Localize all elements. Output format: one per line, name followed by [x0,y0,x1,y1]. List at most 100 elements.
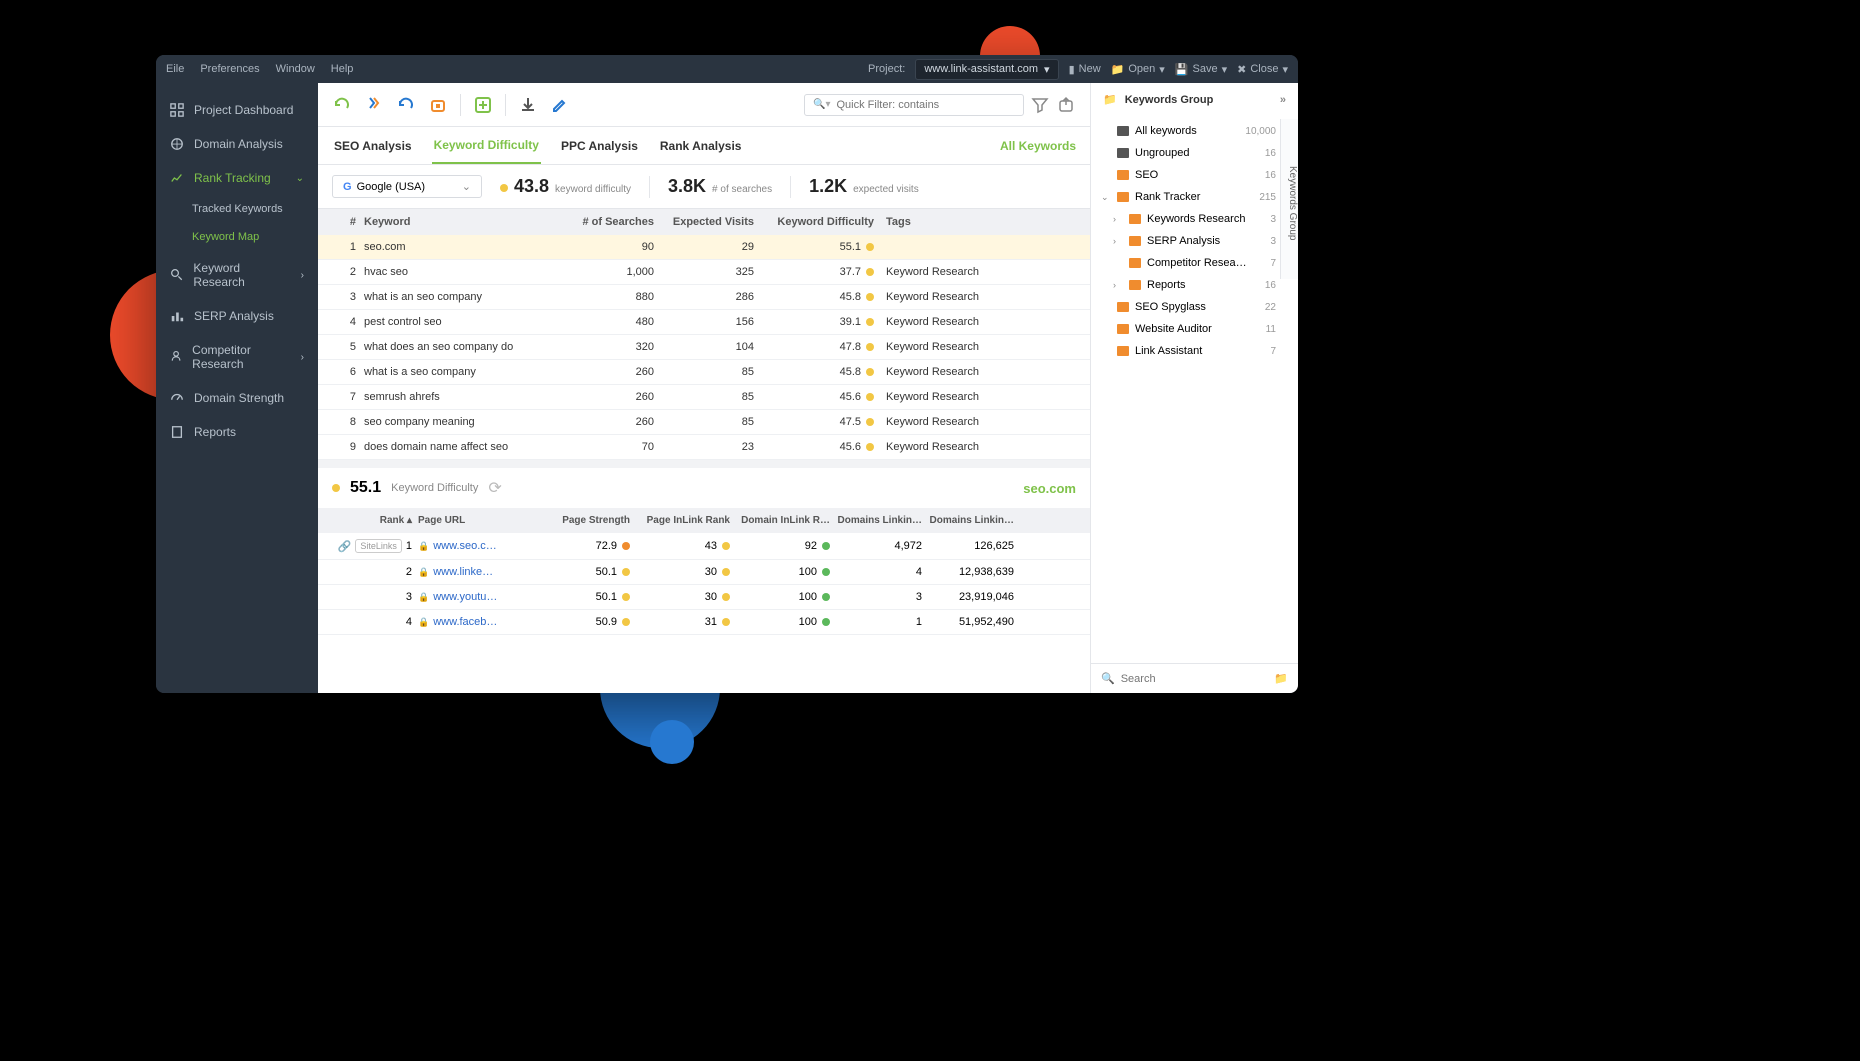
sidebar-item-competitor-research[interactable]: Competitor Research › [156,333,318,381]
tree-item[interactable]: Competitor Resea…7 [1101,252,1290,274]
dcol-url[interactable]: Page URL [418,515,538,526]
refresh-icon[interactable]: ⟳ [488,478,501,498]
close-button[interactable]: ✖Close▾ [1237,63,1288,76]
project-select[interactable]: www.link-assistant.com ▾ [915,59,1058,80]
tree-item[interactable]: ›Keywords Research3 [1101,208,1290,230]
new-button[interactable]: ▮New [1069,63,1101,76]
tree-item[interactable]: SEO Spyglass22 [1101,296,1290,318]
cell-kd: 45.6 [754,441,874,453]
add-icon[interactable] [473,95,493,115]
cell-number: 2 [328,266,364,278]
refresh-orange-icon[interactable] [364,95,384,115]
table-row[interactable]: 8seo company meaning2608547.5 Keyword Re… [318,410,1090,435]
menu-help[interactable]: Help [331,63,354,75]
tree-label: SEO Spyglass [1135,301,1206,313]
detail-row[interactable]: 🔗SiteLinks 1🔒www.seo.c…72.9 43 92 4,9721… [318,533,1090,560]
dcol-dir[interactable]: Domain InLink R… [730,515,830,526]
cell-url[interactable]: 🔒www.seo.c… [418,540,538,552]
tree-item[interactable]: Website Auditor11 [1101,318,1290,340]
sidebar-item-dashboard[interactable]: Project Dashboard [156,93,318,127]
folder-add-icon[interactable]: 📁 [1274,672,1288,685]
cell-rank: 2 [328,566,418,578]
filter-icon[interactable] [1030,95,1050,115]
col-tags[interactable]: Tags [874,216,994,228]
cell-kd: 55.1 [754,241,874,253]
col-searches[interactable]: # of Searches [554,216,654,228]
cell-visits: 156 [654,316,754,328]
col-visits[interactable]: Expected Visits [654,216,754,228]
detail-row[interactable]: 2🔒www.linke…50.1 30 100 412,938,639 [318,560,1090,585]
all-keywords-link[interactable]: All Keywords [1000,139,1076,153]
edit-icon[interactable] [550,95,570,115]
save-button[interactable]: 💾Save▾ [1175,63,1227,76]
sidebar-item-domain-strength[interactable]: Domain Strength [156,381,318,415]
dcol-ps[interactable]: Page Strength [538,515,630,526]
sidebar-item-serp-analysis[interactable]: SERP Analysis [156,299,318,333]
filter-field[interactable] [836,99,1015,111]
sidebar-item-reports[interactable]: Reports [156,415,318,449]
tree-item[interactable]: Ungrouped16 [1101,142,1290,164]
panel-search-input[interactable] [1121,673,1269,685]
chart-icon [170,171,184,185]
table-row[interactable]: 9does domain name affect seo702345.6 Key… [318,435,1090,460]
stat-visits: 1.2K expected visits [809,176,919,197]
detail-row[interactable]: 4🔒www.faceb…50.9 31 100 151,952,490 [318,610,1090,635]
col-kd[interactable]: Keyword Difficulty [754,216,874,228]
export-icon[interactable] [1056,95,1076,115]
import-icon[interactable] [518,95,538,115]
sidebar-sub-tracked-keywords[interactable]: Tracked Keywords [156,195,318,223]
cell-dli: 3 [830,591,922,603]
tab-seo-analysis[interactable]: SEO Analysis [332,129,414,163]
cell-kd: 47.8 [754,341,874,353]
vertical-tab[interactable]: Keywords Group [1280,119,1298,279]
menu-preferences[interactable]: Preferences [200,63,259,75]
col-number[interactable]: # [328,216,364,228]
sidebar-sub-keyword-map[interactable]: Keyword Map [156,223,318,251]
menu-file[interactable]: Eile [166,63,184,75]
collapse-icon[interactable]: » [1280,94,1286,106]
sidebar-item-domain-analysis[interactable]: Domain Analysis [156,127,318,161]
tab-keyword-difficulty[interactable]: Keyword Difficulty [432,128,541,164]
tree-label: Ungrouped [1135,147,1189,159]
dcol-dlo[interactable]: Domains Linkin… [922,515,1014,526]
col-keyword[interactable]: Keyword [364,216,554,228]
dcol-rank[interactable]: Rank ▴ [328,515,418,526]
tree-item[interactable]: All keywords10,000 [1101,120,1290,142]
search-engine-select[interactable]: GGoogle (USA) ⌄ [332,175,482,198]
tree-item[interactable]: Link Assistant7 [1101,340,1290,362]
open-button[interactable]: 📁Open▾ [1111,63,1165,76]
cell-number: 4 [328,316,364,328]
quick-filter-input[interactable]: 🔍▾ [804,94,1024,116]
panel-search[interactable]: 🔍 📁 [1091,663,1298,693]
table-row[interactable]: 6what is a seo company2608545.8 Keyword … [318,360,1090,385]
sidebar-item-keyword-research[interactable]: Keyword Research › [156,251,318,299]
refresh-blue-icon[interactable] [396,95,416,115]
dcol-pir[interactable]: Page InLink Rank [630,515,730,526]
cell-url[interactable]: 🔒www.linke… [418,566,538,578]
tree-item[interactable]: SEO16 [1101,164,1290,186]
table-row[interactable]: 1seo.com902955.1 [318,235,1090,260]
tab-rank-analysis[interactable]: Rank Analysis [658,129,744,163]
folder-icon: 📁 [1111,63,1125,76]
table-row[interactable]: 3what is an seo company88028645.8 Keywor… [318,285,1090,310]
cell-searches: 90 [554,241,654,253]
table-row[interactable]: 7semrush ahrefs2608545.6 Keyword Researc… [318,385,1090,410]
tree-item[interactable]: ›SERP Analysis3 [1101,230,1290,252]
refresh-green-icon[interactable] [332,95,352,115]
cell-url[interactable]: 🔒www.youtu… [418,591,538,603]
cell-visits: 23 [654,441,754,453]
table-row[interactable]: 5what does an seo company do32010447.8 K… [318,335,1090,360]
stop-icon[interactable] [428,95,448,115]
cell-visits: 29 [654,241,754,253]
folder-icon [1117,148,1129,158]
tab-ppc-analysis[interactable]: PPC Analysis [559,129,640,163]
detail-row[interactable]: 3🔒www.youtu…50.1 30 100 323,919,046 [318,585,1090,610]
tree-item[interactable]: ⌄Rank Tracker215 [1101,186,1290,208]
table-row[interactable]: 4pest control seo48015639.1 Keyword Rese… [318,310,1090,335]
dcol-dli[interactable]: Domains Linkin… [830,515,922,526]
menu-window[interactable]: Window [276,63,315,75]
sidebar-item-rank-tracking[interactable]: Rank Tracking ⌄ [156,161,318,195]
tree-item[interactable]: ›Reports16 [1101,274,1290,296]
table-row[interactable]: 2hvac seo1,00032537.7 Keyword Research [318,260,1090,285]
cell-url[interactable]: 🔒www.faceb… [418,616,538,628]
